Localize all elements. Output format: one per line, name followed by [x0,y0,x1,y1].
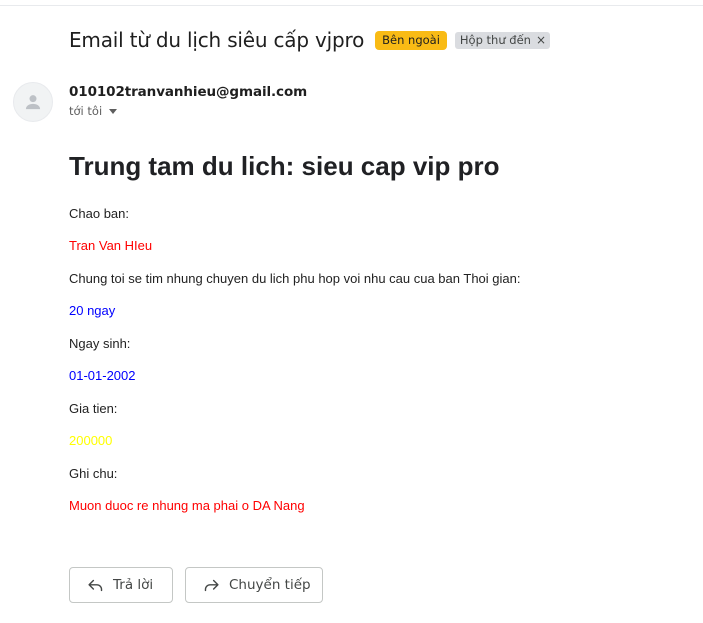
reply-button[interactable]: Trả lời [69,567,173,603]
forward-button[interactable]: Chuyển tiếp [185,567,323,603]
remove-label-close-icon[interactable]: × [536,34,546,46]
label-external-badge: Bên ngoài [375,30,447,50]
label-inbox-chip[interactable]: Hộp thư đến × [454,31,551,49]
email-body-heading: Trung tam du lich: sieu cap vip pro [69,151,500,181]
subject-row: Email từ du lịch siêu cấp vjpro Bên ngoà… [69,26,551,54]
recipient-label: tới tôi [69,104,103,118]
person-icon [25,95,41,110]
forward-button-label: Chuyển tiếp [229,577,311,593]
note-label: Ghi chu: [69,466,118,481]
dob-text: 01-01-2002 [69,368,136,383]
email-subject: Email từ du lịch siêu cấp vjpro [69,28,365,52]
price-text: 200000 [69,433,113,448]
duration-text: 20 ngay [69,303,116,318]
dob-label: Ngay sinh: [69,336,131,351]
caret-down-icon[interactable] [109,109,118,114]
forward-icon [204,579,219,591]
sender-email[interactable]: 010102tranvanhieu@gmail.com [69,84,307,100]
reply-button-label: Trả lời [113,577,154,593]
reply-icon [88,579,103,591]
note-text: Muon duoc re nhung ma phai o DA Nang [69,498,305,513]
greeting-text: Chao ban: [69,206,129,221]
intro-text: Chung toi se tim nhung chuyen du lich ph… [69,271,521,286]
price-label: Gia tien: [69,401,118,416]
top-divider [0,5,703,6]
recipient-details-toggle[interactable]: tới tôi [69,104,118,118]
customer-name-text: Tran Van HIeu [69,238,153,253]
label-inbox-text: Hộp thư đến [459,32,531,47]
sender-avatar[interactable] [13,82,53,122]
